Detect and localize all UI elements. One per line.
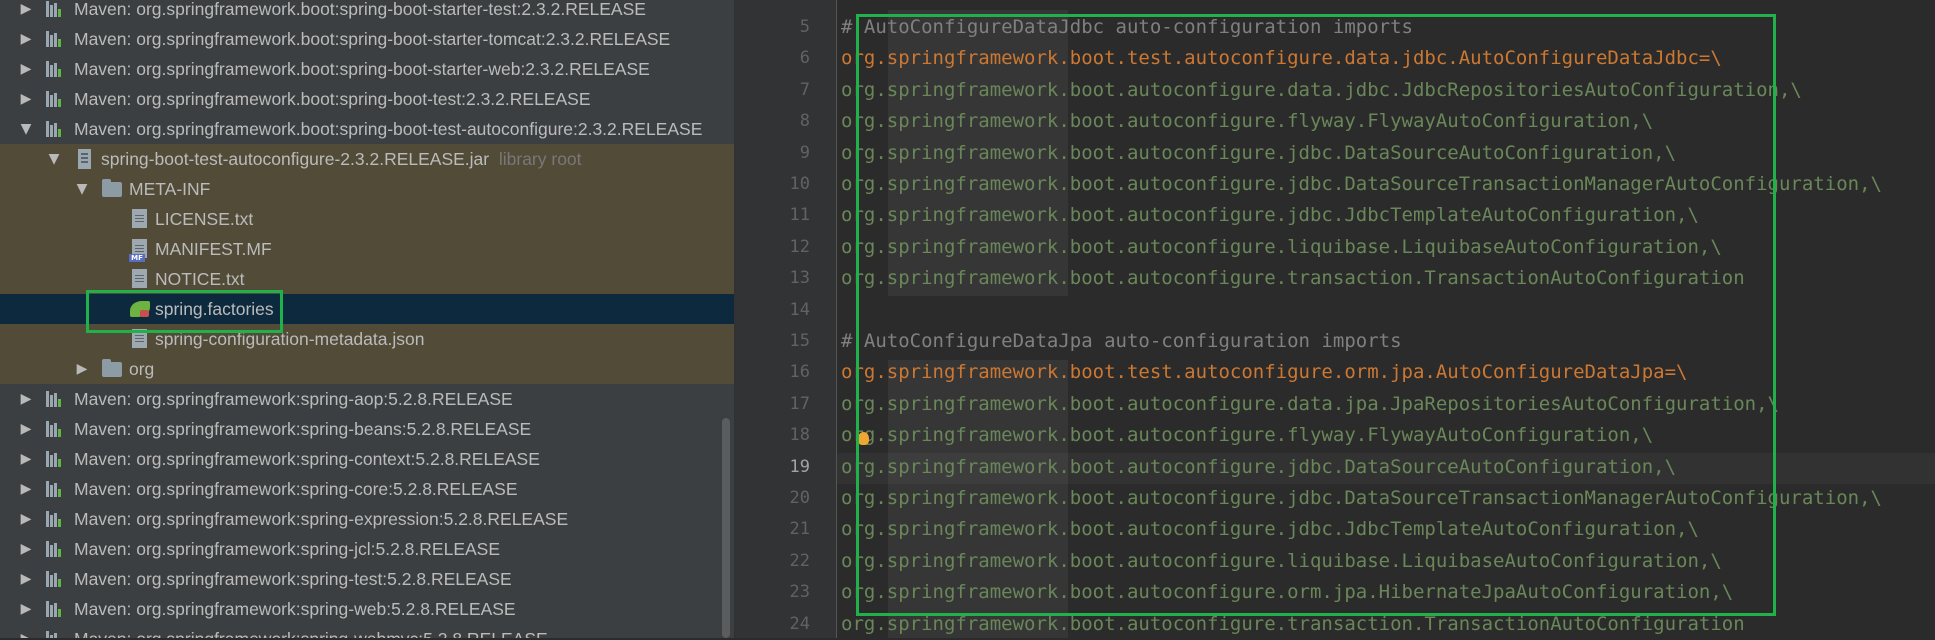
line-number: 24 <box>789 614 810 634</box>
expand-arrow-icon[interactable]: ▶ <box>18 474 34 504</box>
line-number: 10 <box>789 174 810 194</box>
tree-row[interactable]: ▶ Maven: org.springframework.boot:spring… <box>0 84 734 114</box>
line-number: 7 <box>799 80 810 100</box>
library-icon <box>46 571 62 587</box>
tree-row[interactable]: ▶ Maven: org.springframework:spring-test… <box>0 564 734 594</box>
line-number: 17 <box>789 394 810 414</box>
library-icon <box>46 31 62 47</box>
library-icon <box>46 91 62 107</box>
line-number: 14 <box>789 300 810 320</box>
expand-arrow-icon[interactable]: ▶ <box>18 414 34 444</box>
library-icon <box>46 511 62 527</box>
expand-arrow-icon[interactable]: ▶ <box>18 594 34 624</box>
line-number: 22 <box>789 551 810 571</box>
tree-row[interactable]: ▶ Maven: org.springframework:spring-aop:… <box>0 384 734 414</box>
tree-row-jar[interactable]: ▼ spring-boot-test-autoconfigure-2.3.2.R… <box>0 144 734 174</box>
tree-row-label: MANIFEST.MF <box>155 239 272 259</box>
folder-icon <box>102 359 122 377</box>
tree-row-label: Maven: org.springframework.boot:spring-b… <box>74 0 646 19</box>
collapse-arrow-icon[interactable]: ▼ <box>18 114 34 144</box>
expand-arrow-icon[interactable]: ▶ <box>18 624 34 638</box>
line-number: 15 <box>789 331 810 351</box>
expand-arrow-icon[interactable]: ▶ <box>18 84 34 114</box>
tree-row-org[interactable]: ▶ org <box>0 354 734 384</box>
tree-row[interactable]: ▶ Maven: org.springframework:spring-bean… <box>0 414 734 444</box>
tree-row[interactable]: ▶ Maven: org.springframework:spring-expr… <box>0 504 734 534</box>
tree-row-label: Maven: org.springframework.boot:spring-b… <box>74 89 591 109</box>
collapse-arrow-icon[interactable]: ▼ <box>74 174 90 204</box>
tree-row-label: Maven: org.springframework:spring-webmvc… <box>74 624 548 638</box>
tree-row[interactable]: ▶ Maven: org.springframework.boot:spring… <box>0 24 734 54</box>
tree-row-label: Maven: org.springframework:spring-test:5… <box>74 569 512 589</box>
tree-row-label: Maven: org.springframework.boot:spring-b… <box>74 29 671 49</box>
tree-row[interactable]: ▶ Maven: org.springframework:spring-webm… <box>0 624 734 638</box>
tree-row-label: org <box>129 359 155 379</box>
library-icon <box>46 391 62 407</box>
expand-arrow-icon[interactable]: ▶ <box>18 444 34 474</box>
line-number: 11 <box>789 205 810 225</box>
tree-scrollbar[interactable] <box>722 418 730 638</box>
expand-arrow-icon[interactable]: ▶ <box>18 0 34 24</box>
highlight-box-spring-factories <box>86 290 283 333</box>
text-file-icon <box>132 269 147 288</box>
line-number: 13 <box>789 268 810 288</box>
tree-row-label: META-INF <box>129 179 211 199</box>
expand-arrow-icon[interactable]: ▶ <box>74 354 90 384</box>
tree-row-label: Maven: org.springframework:spring-aop:5.… <box>74 389 513 409</box>
tree-row-label: Maven: org.springframework:spring-web:5.… <box>74 599 516 619</box>
tree-row-meta-inf[interactable]: ▼ META-INF <box>0 174 734 204</box>
highlight-box-code <box>856 14 1776 616</box>
tree-row[interactable]: ▶ Maven: org.springframework:spring-core… <box>0 474 734 504</box>
manifest-badge-icon: MF <box>129 254 145 262</box>
line-number: 23 <box>789 582 810 602</box>
tree-row[interactable]: ▶ Maven: org.springframework.boot:spring… <box>0 54 734 84</box>
line-number: 9 <box>799 143 810 163</box>
expand-arrow-icon[interactable]: ▶ <box>18 384 34 414</box>
library-icon <box>46 451 62 467</box>
line-number: 5 <box>799 17 810 37</box>
expand-arrow-icon[interactable]: ▶ <box>18 534 34 564</box>
library-root-hint: library root <box>498 149 582 169</box>
tree-row-label: Maven: org.springframework:spring-jcl:5.… <box>74 539 501 559</box>
collapse-arrow-icon[interactable]: ▼ <box>46 144 62 174</box>
line-number: 12 <box>789 237 810 257</box>
library-icon <box>46 121 62 137</box>
library-icon <box>46 481 62 497</box>
library-icon <box>46 1 62 17</box>
expand-arrow-icon[interactable]: ▶ <box>18 24 34 54</box>
line-number: 21 <box>789 519 810 539</box>
tree-row-label: Maven: org.springframework.boot:spring-b… <box>74 119 703 139</box>
library-icon <box>46 61 62 77</box>
library-icon <box>46 601 62 617</box>
line-number: 6 <box>799 48 810 68</box>
tree-row-label: spring-boot-test-autoconfigure-2.3.2.REL… <box>101 149 582 169</box>
line-number: 18 <box>789 425 810 445</box>
library-icon <box>46 631 62 638</box>
tree-row-label: Maven: org.springframework:spring-beans:… <box>74 419 532 439</box>
line-number: 16 <box>789 362 810 382</box>
expand-arrow-icon[interactable]: ▶ <box>18 54 34 84</box>
text-file-icon <box>132 209 147 228</box>
expand-arrow-icon[interactable]: ▶ <box>18 504 34 534</box>
tree-row-label: Maven: org.springframework.boot:spring-b… <box>74 59 650 79</box>
line-number: 20 <box>789 488 810 508</box>
tree-row[interactable]: ▶ Maven: org.springframework.boot:spring… <box>0 0 734 24</box>
line-number: 19 <box>789 457 810 477</box>
line-number: 8 <box>799 111 810 131</box>
tree-row[interactable]: ▼ Maven: org.springframework.boot:spring… <box>0 114 734 144</box>
folder-icon <box>102 179 122 197</box>
tree-row-label: Maven: org.springframework:spring-contex… <box>74 449 540 469</box>
tree-row[interactable]: ▶ Maven: org.springframework:spring-cont… <box>0 444 734 474</box>
tree-row-label: Maven: org.springframework:spring-core:5… <box>74 479 518 499</box>
tree-row-label: LICENSE.txt <box>155 209 254 229</box>
tree-row[interactable]: ▶ Maven: org.springframework:spring-web:… <box>0 594 734 624</box>
jar-icon <box>78 149 91 169</box>
tree-row[interactable]: ▶ Maven: org.springframework:spring-jcl:… <box>0 534 734 564</box>
tree-row-label: Maven: org.springframework:spring-expres… <box>74 509 569 529</box>
expand-arrow-icon[interactable]: ▶ <box>18 564 34 594</box>
library-icon <box>46 541 62 557</box>
library-icon <box>46 421 62 437</box>
tree-row-file[interactable]: LICENSE.txt <box>0 204 734 234</box>
tree-row-file[interactable]: MF MANIFEST.MF <box>0 234 734 264</box>
